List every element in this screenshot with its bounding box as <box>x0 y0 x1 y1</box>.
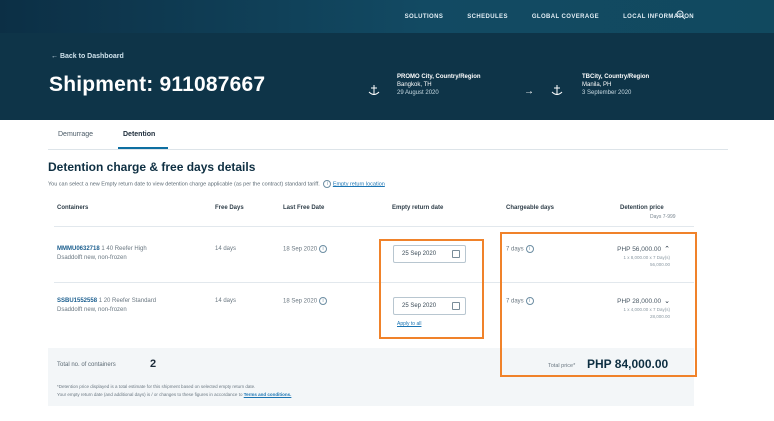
container-desc: 1 40 Reefer High <box>101 246 147 252</box>
info-icon[interactable]: i <box>319 245 328 253</box>
active-tab-indicator <box>118 147 168 149</box>
container-id[interactable]: SSBU1552558 <box>57 298 97 304</box>
back-to-dashboard-link[interactable]: ← Back to Dashboard <box>51 53 124 60</box>
origin-date: 29 August 2020 <box>397 90 439 96</box>
top-navigation: SOLUTIONS SCHEDULES GLOBAL COVERAGE LOCA… <box>0 0 774 33</box>
anchor-icon <box>551 85 563 95</box>
free-days: 14 days <box>215 298 237 304</box>
anchor-icon <box>368 85 380 95</box>
info-icon: i <box>323 180 332 188</box>
last-free-date-value: 18 Sep 2020 <box>283 246 318 253</box>
search-icon[interactable] <box>676 10 686 20</box>
nav-solutions[interactable]: SOLUTIONS <box>405 14 444 20</box>
container-desc: 1 20 Reefer Standard <box>98 298 157 304</box>
footnotes: *Detention price displayed is a total es… <box>57 383 291 399</box>
container-desc2: Dsaddolft new, non-frozen <box>57 255 127 261</box>
footnote-line1: *Detention price displayed is a total es… <box>57 384 256 389</box>
page-title: Shipment: 911087667 <box>49 73 266 96</box>
header-containers: Containers <box>57 205 89 211</box>
terms-link[interactable]: Terms and conditions. <box>244 392 292 397</box>
tab-bar: Demurrage Detention <box>48 120 728 150</box>
info-icon[interactable]: i <box>319 297 328 305</box>
price-days-range: Days 7-999 <box>650 214 676 220</box>
nav-schedules[interactable]: SCHEDULES <box>467 14 508 20</box>
header-free-days: Free Days <box>215 205 244 211</box>
empty-return-location-link[interactable]: Empty return location <box>333 181 385 187</box>
table-row: SSBU1552558 1 20 Reefer Standard Dsaddol… <box>57 297 207 315</box>
last-free-date: 18 Sep 2020 i <box>283 297 328 307</box>
header-last-free-date: Last Free Date <box>283 205 325 211</box>
arrow-right-icon: → <box>524 86 534 97</box>
highlight-price-column <box>500 232 697 377</box>
tab-detention[interactable]: Detention <box>123 131 155 138</box>
description-text: You can select a new Empty return date t… <box>48 181 320 188</box>
divider <box>54 226 694 227</box>
table-row: MMMU0632718 1 40 Reefer High Dsaddolft n… <box>57 245 207 263</box>
footnote-line2: Your empty return date (and additional d… <box>57 392 243 397</box>
destination-city: Manila, PH <box>582 82 612 88</box>
section-description: You can select a new Empty return date t… <box>48 180 385 188</box>
container-desc2: Dsaddolft new, non-frozen <box>57 307 127 313</box>
shipment-header: ← Back to Dashboard Shipment: 911087667 … <box>0 33 774 120</box>
header-detention-price: Detention price <box>620 205 664 211</box>
header-chargeable-days: Chargeable days <box>506 205 555 211</box>
highlight-empty-return-column <box>379 239 484 339</box>
section-title: Detention charge & free days details <box>48 160 256 174</box>
origin-location: PROMO City, Country/Region <box>397 74 481 80</box>
destination-location: TBCity, Country/Region <box>582 74 650 80</box>
last-free-date-value: 18 Sep 2020 <box>283 298 318 305</box>
nav-global-coverage[interactable]: GLOBAL COVERAGE <box>532 14 599 20</box>
last-free-date: 18 Sep 2020 i <box>283 245 328 255</box>
origin-info: PROMO City, Country/Region Bangkok, TH 2… <box>397 73 481 97</box>
tab-demurrage[interactable]: Demurrage <box>58 131 93 138</box>
free-days: 14 days <box>215 246 237 252</box>
destination-info: TBCity, Country/Region Manila, PH 3 Sept… <box>582 73 649 97</box>
total-containers-count: 2 <box>150 358 157 370</box>
destination-date: 3 September 2020 <box>582 90 632 96</box>
container-id[interactable]: MMMU0632718 <box>57 246 100 252</box>
total-containers-label: Total no. of containers <box>57 362 116 368</box>
header-empty-return-date: Empty return date <box>392 205 444 211</box>
origin-city: Bangkok, TH <box>397 82 432 88</box>
